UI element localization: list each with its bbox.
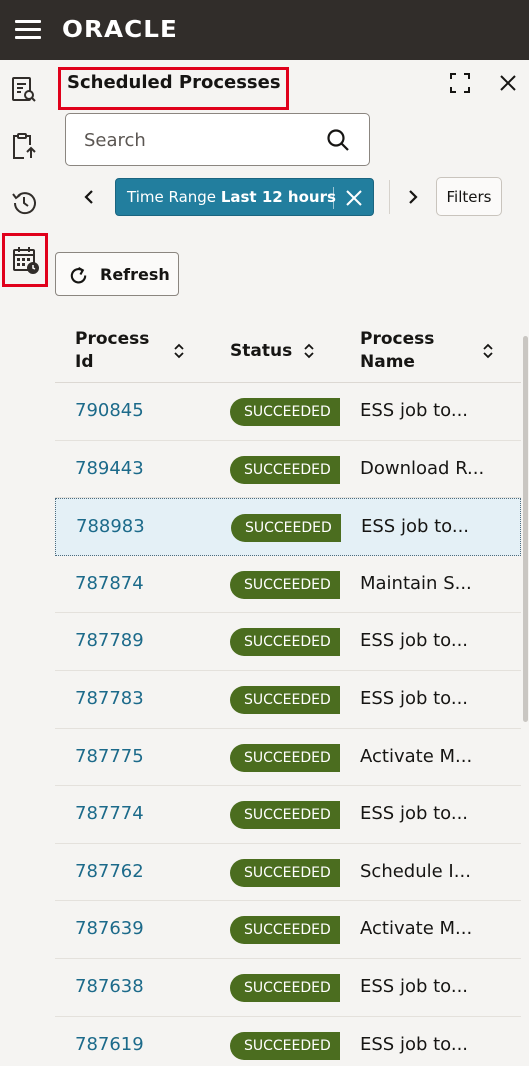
process-name: ESS job to... <box>361 516 470 538</box>
maximize-icon[interactable] <box>445 68 475 98</box>
process-name: ESS job to... <box>360 803 469 825</box>
status-badge: SUCCEEDED <box>230 801 340 830</box>
status-badge: SUCCEEDED <box>230 973 340 1002</box>
process-name: ESS job to... <box>360 975 469 997</box>
process-id-link[interactable]: 787639 <box>75 917 144 941</box>
history-icon[interactable] <box>6 185 42 221</box>
table-row[interactable]: 787619 SUCCEEDED ESS job to... <box>55 1017 521 1066</box>
process-id-link[interactable]: 787775 <box>75 745 144 769</box>
process-name: ESS job to... <box>360 400 469 421</box>
status-badge: SUCCEEDED <box>230 685 340 714</box>
search-icon[interactable] <box>325 127 351 153</box>
process-id-link[interactable]: 787774 <box>75 802 144 826</box>
process-id-link[interactable]: 787874 <box>75 572 144 596</box>
top-bar: ORACLE <box>0 0 529 60</box>
process-id-link[interactable]: 790845 <box>75 399 144 423</box>
close-icon[interactable] <box>493 68 523 98</box>
status-badge: SUCCEEDED <box>230 916 340 945</box>
scroll-right-chevron-icon[interactable] <box>398 182 428 212</box>
process-name: Schedule I... <box>360 860 471 882</box>
panel-title: Scheduled Processes <box>67 72 281 93</box>
process-id-link[interactable]: 787619 <box>75 1033 144 1057</box>
search-box <box>65 113 370 166</box>
time-range-filter-chip[interactable]: Time Range Last 12 hours <box>115 178 374 216</box>
remove-filter-icon[interactable] <box>343 187 365 209</box>
table-row[interactable]: 787774 SUCCEEDED ESS job to... <box>55 786 521 844</box>
status-badge: SUCCEEDED <box>230 628 340 657</box>
process-name: Download R... <box>360 457 485 479</box>
status-badge: SUCCEEDED <box>230 570 340 599</box>
table-row[interactable]: 787775 SUCCEEDED Activate M... <box>55 729 521 787</box>
process-id-link[interactable]: 787762 <box>75 860 144 884</box>
chip-separator <box>333 187 334 209</box>
table-row[interactable]: 789443 SUCCEEDED Download R... <box>55 441 521 499</box>
status-badge: SUCCEEDED <box>230 1031 340 1060</box>
scroll-left-chevron-icon[interactable] <box>74 182 104 212</box>
process-name: ESS job to... <box>360 630 469 652</box>
process-name: Activate M... <box>360 918 473 940</box>
status-badge: SUCCEEDED <box>230 398 340 426</box>
sort-process-id-icon[interactable] <box>172 343 186 359</box>
filters-button[interactable]: Filters <box>436 177 502 216</box>
report-search-icon[interactable] <box>6 72 42 108</box>
column-header-process-id[interactable]: Process Id <box>75 328 155 374</box>
scrollbar[interactable] <box>523 336 528 722</box>
table-row[interactable]: 787874 SUCCEEDED Maintain S... <box>55 556 521 614</box>
filter-divider <box>389 180 390 214</box>
column-header-process-name[interactable]: Process Name <box>360 328 445 374</box>
table-row[interactable]: 788983 SUCCEEDED ESS job to... <box>55 498 521 556</box>
search-input[interactable] <box>84 128 314 152</box>
table-header: Process Id Status Process Name <box>55 323 521 383</box>
process-name: ESS job to... <box>360 687 469 709</box>
process-name: ESS job to... <box>360 1033 469 1055</box>
table-row[interactable]: 787638 SUCCEEDED ESS job to... <box>55 959 521 1017</box>
chip-label: Time Range <box>127 188 217 206</box>
process-id-link[interactable]: 788983 <box>76 515 145 539</box>
oracle-logo: ORACLE <box>62 17 178 43</box>
refresh-label: Refresh <box>100 265 170 284</box>
clipboard-upload-icon[interactable] <box>6 128 42 164</box>
table-row[interactable]: 787789 SUCCEEDED ESS job to... <box>55 613 521 671</box>
table-row[interactable]: 787639 SUCCEEDED Activate M... <box>55 901 521 959</box>
table-row[interactable]: 790845 SUCCEEDED ESS job to... <box>55 383 521 441</box>
sort-process-name-icon[interactable] <box>481 343 495 359</box>
refresh-button[interactable]: Refresh <box>55 252 179 296</box>
status-badge: SUCCEEDED <box>230 743 340 772</box>
status-badge: SUCCEEDED <box>230 455 340 484</box>
process-name: Activate M... <box>360 745 473 767</box>
process-id-link[interactable]: 789443 <box>75 457 144 481</box>
status-badge: SUCCEEDED <box>230 858 340 887</box>
sort-status-icon[interactable] <box>302 343 316 359</box>
table-body: 790845 SUCCEEDED ESS job to... 789443 SU… <box>55 383 521 1066</box>
left-rail <box>0 60 48 1066</box>
table-row[interactable]: 787783 SUCCEEDED ESS job to... <box>55 671 521 729</box>
process-id-link[interactable]: 787638 <box>75 975 144 999</box>
status-badge: SUCCEEDED <box>231 514 341 543</box>
chip-value: Last 12 hours <box>220 188 336 206</box>
calendar-schedule-icon[interactable] <box>2 233 48 287</box>
process-id-link[interactable]: 787789 <box>75 629 144 653</box>
table-row[interactable]: 787762 SUCCEEDED Schedule I... <box>55 844 521 902</box>
process-id-link[interactable]: 787783 <box>75 687 144 711</box>
column-header-status[interactable]: Status <box>230 340 292 363</box>
processes-table: Process Id Status Process Name 790845 SU… <box>55 323 521 1066</box>
process-name: Maintain S... <box>360 572 472 594</box>
hamburger-menu-icon[interactable] <box>15 20 41 40</box>
refresh-icon <box>70 266 87 284</box>
